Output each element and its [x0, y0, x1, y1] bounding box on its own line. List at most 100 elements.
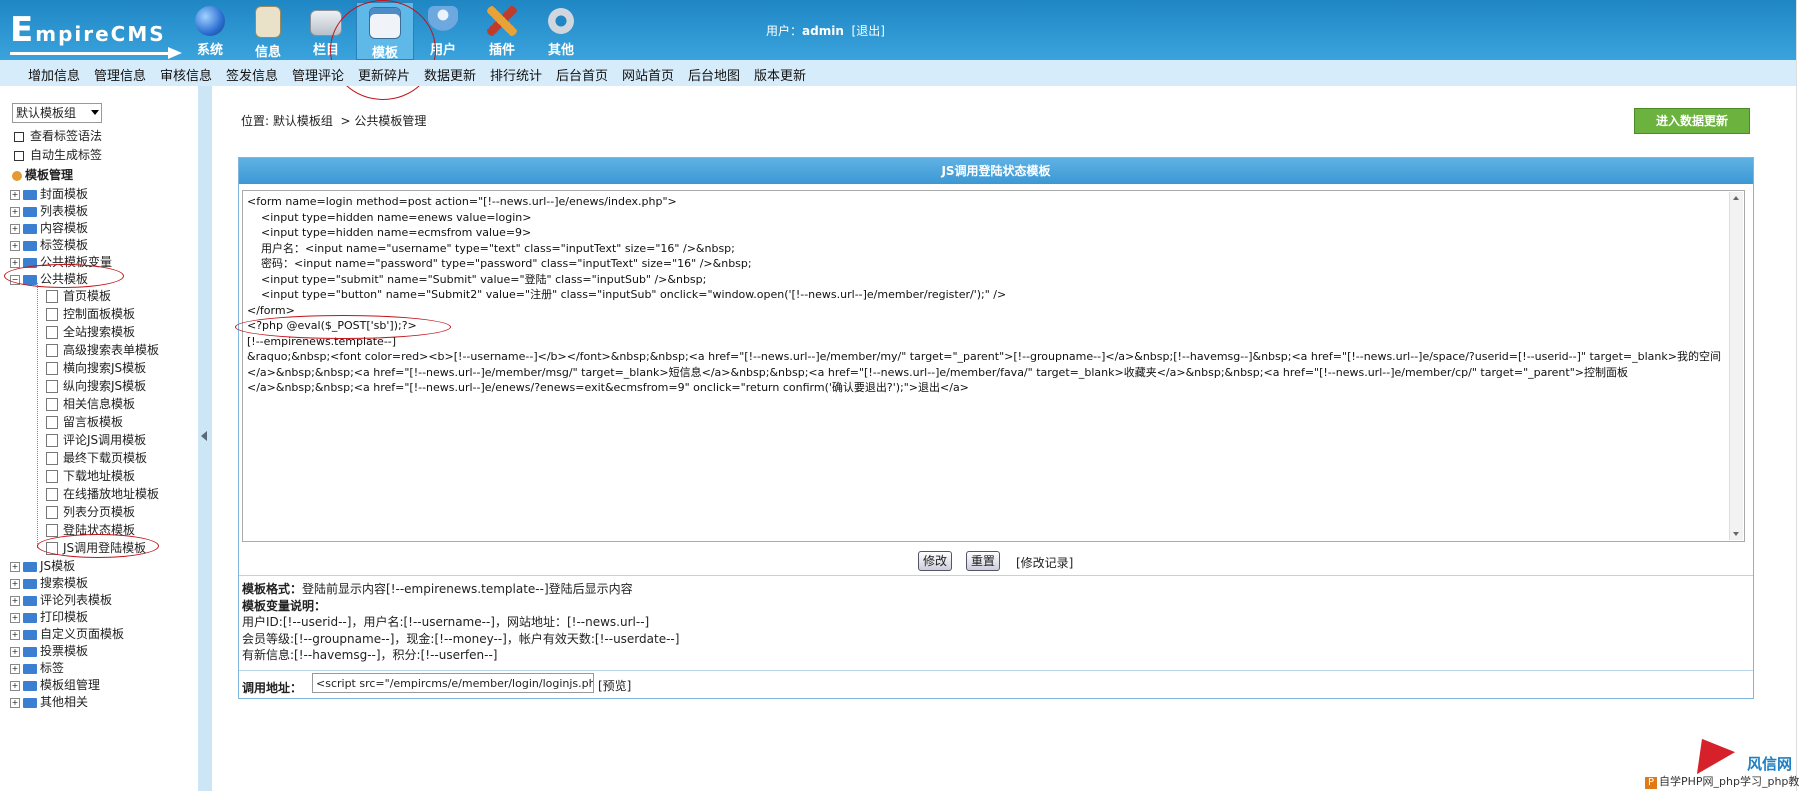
breadcrumb-public-template[interactable]: 公共模板管理: [354, 114, 426, 128]
tree-node-cover[interactable]: + 封面模板: [10, 185, 88, 202]
expand-plus-icon[interactable]: +: [10, 629, 20, 640]
submenu-admin-home[interactable]: 后台首页: [556, 65, 608, 84]
tree-node-label: JS模板: [40, 559, 76, 573]
sidebar-splitter[interactable]: [198, 86, 212, 791]
folder-icon: [23, 561, 37, 572]
template-group-select[interactable]: 默认模板组: [12, 103, 102, 123]
tree-node-other[interactable]: + 其他相关: [10, 693, 88, 710]
submenu-site-home[interactable]: 网站首页: [622, 65, 674, 84]
tree-node-comment-list[interactable]: + 评论列表模板: [10, 591, 112, 608]
tree-node-group-manage[interactable]: + 模板组管理: [10, 676, 100, 693]
call-address-input[interactable]: <script src="/empircms/e/member/login/lo…: [312, 673, 594, 693]
nav-other[interactable]: 其他: [533, 2, 589, 58]
expand-plus-icon[interactable]: +: [10, 680, 20, 691]
modify-button[interactable]: 修改: [918, 551, 953, 571]
expand-plus-icon[interactable]: +: [10, 578, 20, 589]
submenu-sign-info[interactable]: 签发信息: [226, 65, 278, 84]
tree-child-download-addr[interactable]: 下载地址模板: [46, 467, 135, 484]
modify-log-link[interactable]: [修改记录]: [1016, 554, 1073, 571]
square-bullet-icon: [14, 131, 24, 142]
tree-child-list-paging[interactable]: 列表分页模板: [46, 503, 135, 520]
expand-plus-icon[interactable]: +: [10, 257, 20, 268]
tree-child-label: 评论JS调用模板: [63, 433, 147, 447]
nav-other-label: 其他: [547, 43, 574, 58]
submenu-review-info[interactable]: 审核信息: [160, 65, 212, 84]
expand-plus-icon[interactable]: +: [10, 697, 20, 708]
tree-node-vote[interactable]: + 投票模板: [10, 642, 88, 659]
tree-child-guestbook[interactable]: 留言板模板: [46, 413, 123, 430]
tree-child-home[interactable]: 首页模板: [46, 287, 111, 304]
tree-child-label: 在线播放地址模板: [63, 487, 160, 501]
paper-plane-icon: [1682, 727, 1736, 775]
template-code-textarea[interactable]: <form name=login method=post action="[!-…: [242, 190, 1745, 542]
submenu-data-update[interactable]: 数据更新: [424, 65, 476, 84]
expand-plus-icon[interactable]: +: [10, 663, 20, 674]
tree-child-comment-js[interactable]: 评论JS调用模板: [46, 431, 146, 448]
view-tag-syntax-link[interactable]: 查看标签语法: [14, 127, 102, 144]
empirecms-logo[interactable]: EmpireCMS: [10, 10, 182, 59]
submenu-manage-info[interactable]: 管理信息: [94, 65, 146, 84]
nav-plugin[interactable]: 插件: [474, 2, 530, 58]
tree-node-js[interactable]: + JS模板: [10, 557, 75, 574]
expand-plus-icon[interactable]: +: [10, 561, 20, 572]
globe-icon: [195, 6, 225, 36]
submenu-admin-map[interactable]: 后台地图: [688, 65, 740, 84]
preview-link[interactable]: [预览]: [598, 677, 631, 694]
tree-child-related[interactable]: 相关信息模板: [46, 395, 135, 412]
expand-plus-icon[interactable]: +: [10, 646, 20, 657]
template-edit-panel: JS调用登陆状态模板 <form name=login method=post …: [235, 157, 1754, 699]
tree-node-list[interactable]: + 列表模板: [10, 202, 88, 219]
scroll-down-icon[interactable]: [1733, 532, 1739, 536]
tree-node-tag[interactable]: + 标签模板: [10, 236, 88, 253]
tree-child-adv-search[interactable]: 高级搜索表单模板: [46, 341, 159, 358]
breadcrumb-template-group[interactable]: 默认模板组: [273, 114, 333, 128]
submenu-update-fragments[interactable]: 更新碎片: [358, 65, 410, 84]
nav-info[interactable]: 信息: [240, 2, 296, 60]
expand-plus-icon[interactable]: +: [10, 612, 20, 623]
home-icon: [12, 170, 22, 181]
expand-plus-icon[interactable]: +: [10, 223, 20, 234]
submenu-add-info[interactable]: 增加信息: [28, 65, 80, 84]
tree-node-custom-page[interactable]: + 自定义页面模板: [10, 625, 124, 642]
tree-node-label: 投票模板: [40, 644, 89, 658]
page-icon: [46, 506, 58, 519]
expand-plus-icon[interactable]: +: [10, 189, 20, 200]
enter-data-update-button[interactable]: 进入数据更新: [1634, 108, 1750, 134]
folder-icon: [23, 595, 37, 606]
submenu-version-update[interactable]: 版本更新: [754, 65, 806, 84]
tree-child-site-search[interactable]: 全站搜索模板: [46, 323, 135, 340]
tree-node-label: 评论列表模板: [40, 593, 113, 607]
nav-system[interactable]: 系统: [182, 2, 238, 58]
tree-node-print[interactable]: + 打印模板: [10, 608, 88, 625]
scroll-up-icon[interactable]: [1733, 196, 1739, 200]
page-icon: [46, 416, 58, 429]
folder-icon: [23, 697, 37, 708]
tree-child-play-addr[interactable]: 在线播放地址模板: [46, 485, 159, 502]
expand-plus-icon[interactable]: +: [10, 240, 20, 251]
auto-generate-tag-link[interactable]: 自动生成标签: [14, 146, 102, 163]
tree-node-label: 自定义页面模板: [40, 627, 125, 641]
expand-plus-icon[interactable]: +: [10, 595, 20, 606]
tree-child-control-panel[interactable]: 控制面板模板: [46, 305, 135, 322]
format-label: 模板格式：: [242, 582, 303, 596]
expand-plus-icon[interactable]: +: [10, 206, 20, 217]
page-icon: [46, 362, 58, 375]
nav-info-label: 信息: [254, 45, 281, 60]
tree-child-label: 相关信息模板: [63, 397, 136, 411]
tree-child-v-search-js[interactable]: 纵向搜索JS模板: [46, 377, 146, 394]
tree-child-label: 列表分页模板: [63, 505, 136, 519]
tree-node-tags[interactable]: + 标签: [10, 659, 64, 676]
view-tag-syntax-label: 查看标签语法: [30, 129, 103, 143]
tree-child-final-download[interactable]: 最终下载页模板: [46, 449, 147, 466]
collapse-arrow-icon[interactable]: [201, 431, 207, 441]
user-info: 用户：admin [退出]: [766, 22, 885, 39]
reset-button[interactable]: 重置: [966, 551, 1001, 571]
submenu-ranking[interactable]: 排行统计: [490, 65, 542, 84]
tree-node-search[interactable]: + 搜索模板: [10, 574, 88, 591]
logout-link[interactable]: [退出]: [852, 24, 885, 38]
call-address-label: 调用地址：: [242, 681, 303, 695]
tree-child-h-search-js[interactable]: 横向搜索JS模板: [46, 359, 146, 376]
submenu-manage-comments[interactable]: 管理评论: [292, 65, 344, 84]
editor-scrollbar[interactable]: [1729, 192, 1743, 540]
tree-node-content[interactable]: + 内容模板: [10, 219, 88, 236]
